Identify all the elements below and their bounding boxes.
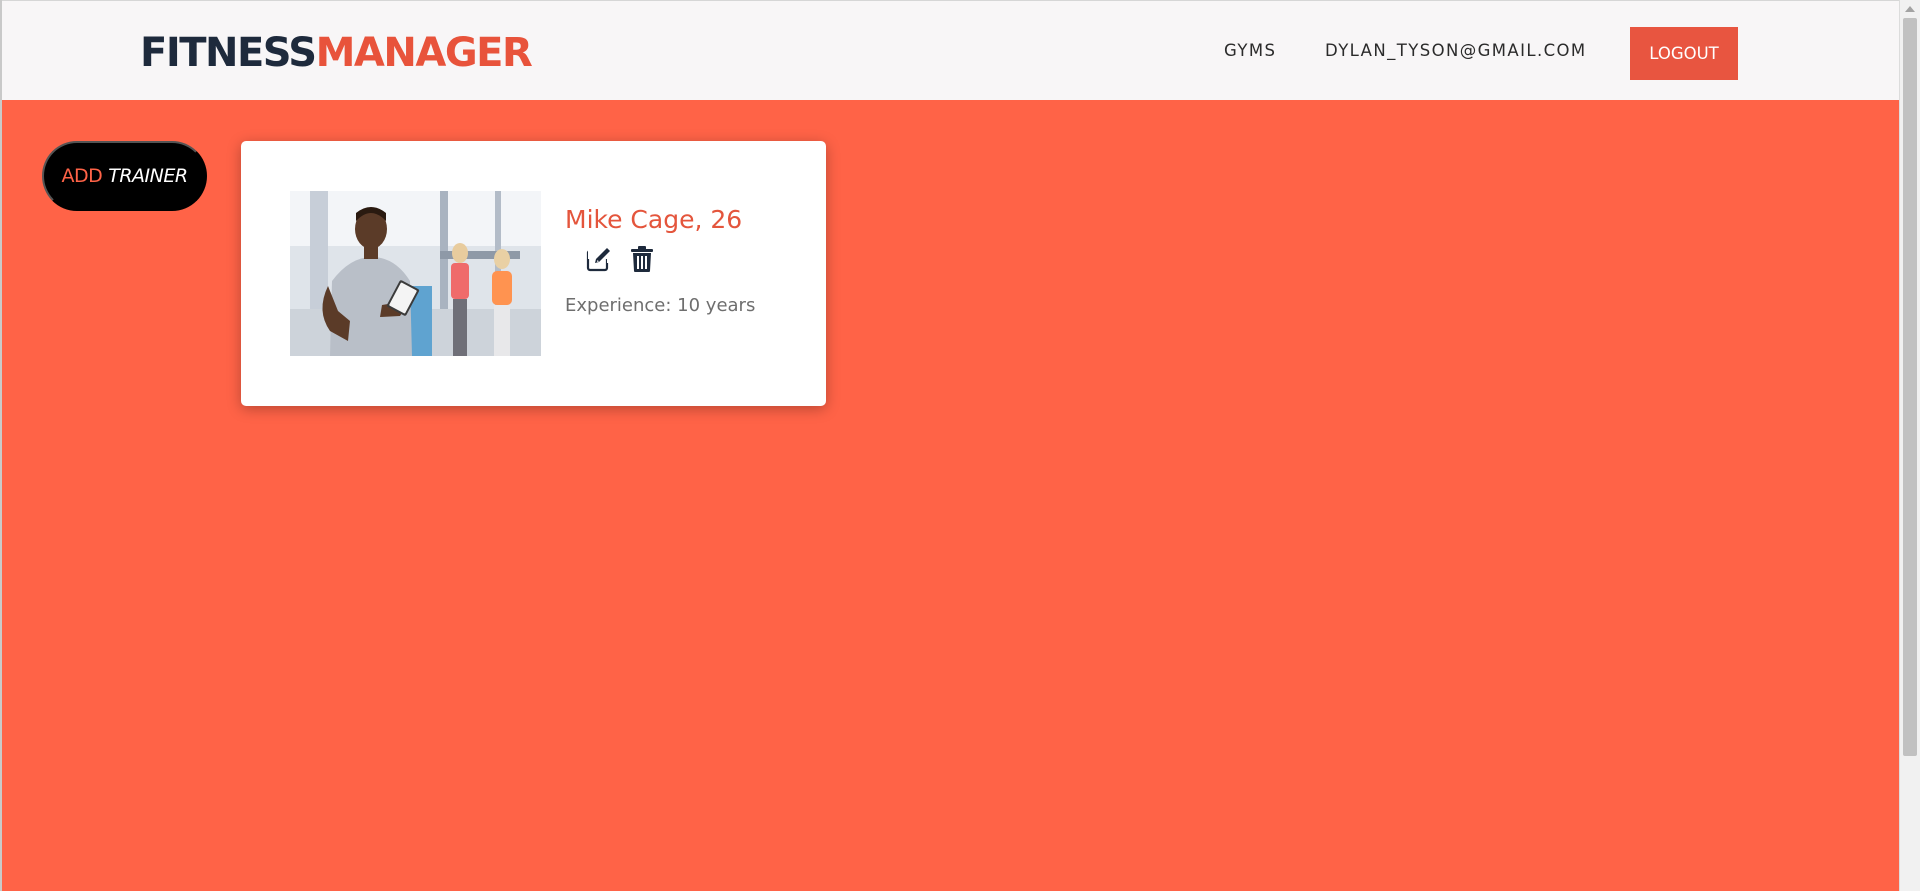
scrollbar-thumb[interactable] — [1903, 18, 1917, 756]
trainer-card: Mike Cage, 26 Experience: 10 years — [241, 141, 826, 406]
scroll-up-arrow-icon[interactable] — [1905, 6, 1915, 12]
nav-link-gyms[interactable]: GYMS — [1224, 41, 1276, 61]
trainer-name: Mike Cage, 26 — [565, 205, 743, 234]
trainer-photo — [290, 191, 541, 356]
vertical-scrollbar[interactable] — [1899, 0, 1920, 891]
edit-icon[interactable] — [585, 245, 613, 273]
top-nav-bar: FITNESSMANAGER GYMS DYLAN_TYSON@GMAIL.CO… — [2, 0, 1899, 100]
add-trainer-button[interactable]: ADD TRAINER — [42, 141, 207, 211]
window-frame — [0, 0, 2, 891]
logout-button[interactable]: LOGOUT — [1630, 27, 1738, 80]
add-trainer-button-label-trainer: TRAINER — [108, 165, 188, 187]
trainer-experience: Experience: 10 years — [565, 295, 756, 316]
trash-icon[interactable] — [629, 245, 655, 273]
brand-logo[interactable]: FITNESSMANAGER — [140, 29, 533, 77]
nav-user-email[interactable]: DYLAN_TYSON@GMAIL.COM — [1325, 41, 1587, 61]
brand-logo-part1: FITNESS — [140, 30, 317, 76]
add-trainer-button-label-add: ADD — [61, 165, 103, 187]
brand-logo-part2: MANAGER — [315, 30, 533, 76]
